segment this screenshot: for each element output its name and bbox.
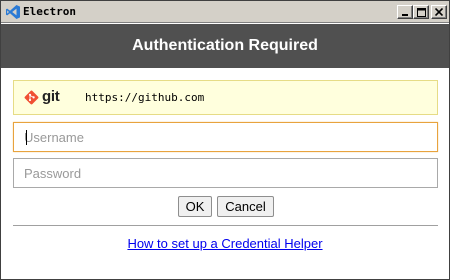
ok-button[interactable]: OK <box>178 196 212 217</box>
git-logo-icon <box>24 90 39 105</box>
username-input[interactable] <box>13 122 438 152</box>
text-caret <box>26 130 27 145</box>
window-title: Electron <box>23 5 76 18</box>
vscode-icon <box>5 4 21 20</box>
close-icon <box>435 8 443 16</box>
dialog-title: Authentication Required <box>132 37 318 54</box>
remote-url: https://github.com <box>85 91 205 104</box>
minimize-icon <box>401 8 409 16</box>
divider <box>13 225 438 226</box>
maximize-icon <box>416 7 426 17</box>
dialog-header: Authentication Required <box>1 24 449 68</box>
title-bar[interactable]: Electron <box>1 1 449 23</box>
git-brand-label: git <box>42 88 60 105</box>
password-input[interactable] <box>13 158 438 188</box>
remote-info-box: git https://github.com <box>13 80 438 115</box>
credential-helper-link[interactable]: How to set up a Credential Helper <box>1 236 449 252</box>
electron-window: Electron Authentication Required git htt… <box>0 0 450 280</box>
maximize-button[interactable] <box>413 5 429 19</box>
minimize-button[interactable] <box>397 5 413 19</box>
cancel-button[interactable]: Cancel <box>217 196 274 217</box>
close-button[interactable] <box>431 5 447 19</box>
